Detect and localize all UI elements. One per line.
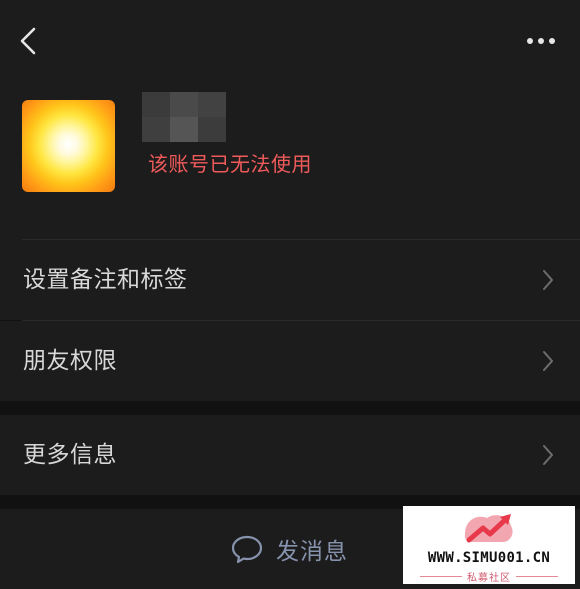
divider: [516, 575, 558, 577]
menu-item-more-info[interactable]: 更多信息: [0, 415, 580, 495]
watermark-site: WWW.SIMU001.CN: [427, 550, 551, 566]
chevron-right-icon: [543, 351, 553, 371]
profile-header: 该账号已无法使用: [0, 84, 580, 240]
chevron-right-icon: [543, 445, 553, 465]
menu-item-friend-permissions[interactable]: 朋友权限: [0, 321, 580, 401]
blurred-name: [142, 92, 226, 142]
watermark-subtitle: 私募社区: [467, 572, 511, 584]
menu-item-label: 朋友权限: [23, 348, 117, 374]
chevron-right-icon: [543, 270, 553, 290]
ellipsis-icon: [527, 38, 555, 44]
back-button[interactable]: [12, 24, 48, 60]
menu-item-label: 设置备注和标签: [23, 267, 188, 293]
send-message-label: 发消息: [276, 539, 348, 565]
watermark: WWW.SIMU001.CN 私募社区: [403, 506, 575, 584]
menu-item-label: 更多信息: [23, 442, 117, 468]
send-message-button[interactable]: 发消息: [230, 531, 348, 567]
avatar[interactable]: [22, 100, 115, 192]
account-status-text: 该账号已无法使用: [148, 152, 312, 176]
top-bar: [0, 0, 580, 84]
contact-profile-screen: 该账号已无法使用 设置备注和标签 朋友权限 更多信息 发消息 WWW.SIMU0…: [0, 0, 580, 589]
chat-bubble-icon: [231, 535, 263, 564]
divider: [420, 575, 462, 577]
more-options-button[interactable]: [518, 26, 564, 56]
chevron-left-icon: [20, 27, 36, 55]
upward-arrow-logo-icon: [464, 514, 513, 543]
watermark-subtitle-row: 私募社区: [403, 569, 575, 584]
menu-item-remarks-tags[interactable]: 设置备注和标签: [0, 240, 580, 320]
